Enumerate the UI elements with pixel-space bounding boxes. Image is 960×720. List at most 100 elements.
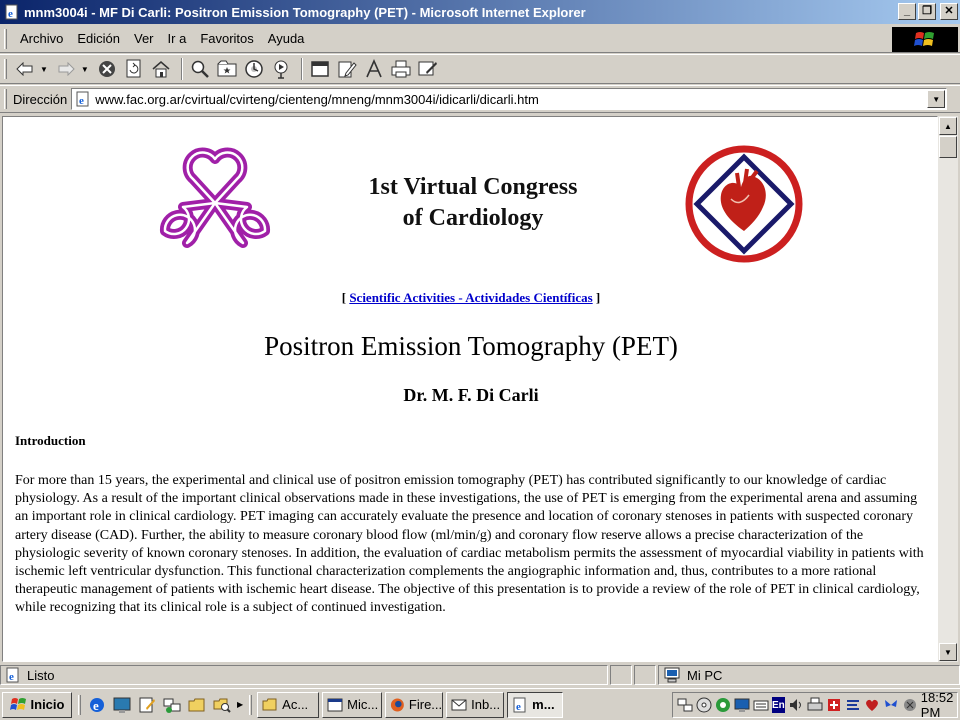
address-input[interactable] [95,91,916,107]
fullscreen-icon[interactable] [308,57,332,81]
antivirus-tray-icon[interactable] [826,697,842,713]
ie-page-icon: e [6,667,19,683]
menu-edicion[interactable]: Edición [70,31,127,46]
nav-bracket-open: [ [341,290,347,305]
font-icon[interactable] [362,57,386,81]
volume-tray-icon[interactable] [788,697,804,713]
menu-ver[interactable]: Ver [127,31,161,46]
quicklaunch-grip[interactable] [78,694,81,715]
scroll-down-button[interactable]: ▼ [939,643,957,661]
display-tray-icon[interactable] [734,697,750,713]
maximize-button[interactable]: ❐ [918,3,936,20]
search-icon[interactable] [188,57,212,81]
close-button[interactable]: ✕ [940,3,958,20]
media-icon[interactable] [269,57,293,81]
scientific-activities-link[interactable]: Scientific Activities - Actividades Cien… [349,290,592,305]
status-cell [610,665,632,685]
congress-title-line: of Cardiology [402,205,544,231]
chevron-up-icon: ▲ [944,121,952,131]
toolbar-grip[interactable] [4,59,7,79]
network-tray-icon[interactable] [677,697,693,713]
menu-grip[interactable] [4,28,7,49]
task-microsoft[interactable]: Mic... [322,691,383,718]
menu-favoritos[interactable]: Favoritos [193,31,260,46]
svg-text:e: e [79,95,84,107]
nav-bracket-close: ] [595,290,601,305]
task-label: Inb... [471,697,501,712]
minimize-button[interactable]: _ [898,3,916,20]
vertical-scrollbar[interactable]: ▲ ▼ [938,116,958,662]
desktop-quicklaunch-icon[interactable] [111,694,133,716]
my-computer-icon [664,667,680,683]
menu-ayuda[interactable]: Ayuda [261,31,312,46]
back-dropdown-icon[interactable]: ▼ [40,65,48,74]
keyboard-tray-icon[interactable] [753,697,769,713]
task-inbox[interactable]: Inb... [446,691,505,718]
heart-tray-icon[interactable] [864,697,880,713]
svg-text:e: e [9,671,14,683]
status-cell [634,665,656,685]
nav-links: [ Scientific Activities - Actividades Ci… [3,290,937,306]
discuss-icon[interactable] [416,57,440,81]
address-grip[interactable] [4,89,7,109]
status-bar: e Listo Mi PC [0,664,960,686]
forward-icon[interactable] [54,57,78,81]
printer-tray-icon[interactable] [807,697,823,713]
app-tray-icon[interactable] [902,697,918,713]
task-firefox[interactable]: Fire... [385,691,444,718]
history-icon[interactable] [242,57,266,81]
back-icon[interactable] [13,57,37,81]
author-name: Dr. M. F. Di Carli [403,385,539,405]
section-heading: Introduction [15,433,86,448]
language-indicator[interactable]: En [772,697,785,713]
tasks-grip[interactable] [249,694,253,715]
folder-quicklaunch-icon[interactable] [186,694,208,716]
address-label: Dirección [13,91,68,107]
cd-tray-icon[interactable] [696,697,712,713]
taskbar-clock[interactable]: 18:52 PM [921,690,954,720]
scroll-thumb[interactable] [939,136,957,158]
trefoil-hearts-logo [159,147,271,248]
messenger-tray-icon[interactable] [845,697,861,713]
menu-ir-a[interactable]: Ir a [161,31,194,46]
home-icon[interactable] [149,57,173,81]
heart-emblem-logo [685,145,803,263]
security-tray-icon[interactable] [715,697,731,713]
intro-paragraph: For more than 15 years, the experimental… [15,473,924,616]
chevron-down-icon: ▼ [932,94,941,104]
toolbar-separator [300,58,303,80]
task-label: m... [532,697,555,712]
stop-icon[interactable] [95,57,119,81]
task-ie-active[interactable]: e m... [507,691,564,718]
page-header: 1st Virtual Congress of Cardiology [3,117,937,277]
menu-archivo[interactable]: Archivo [13,31,70,46]
svg-text:e: e [93,698,99,713]
task-acrobat[interactable]: Ac... [257,691,320,718]
task-label: Mic... [347,697,379,712]
address-dropdown-button[interactable]: ▼ [927,90,946,108]
congress-title-line: 1st Virtual Congress [368,174,578,200]
start-button[interactable]: Inicio [2,691,72,718]
ie-quicklaunch-icon[interactable]: e [86,694,108,716]
congress-title: 1st Virtual Congress of Cardiology [303,172,643,234]
notepad-quicklaunch-icon[interactable] [136,694,158,716]
chevron-right-icon[interactable]: ▶ [237,700,243,709]
favorites-icon[interactable] [215,57,239,81]
print-icon[interactable] [389,57,413,81]
refresh-icon[interactable] [122,57,146,81]
scroll-up-button[interactable]: ▲ [939,117,957,135]
standard-toolbar: ▼ ▼ [0,54,960,84]
svg-text:e: e [8,8,13,20]
status-zone: Mi PC [658,665,960,685]
forward-dropdown-icon[interactable]: ▼ [81,65,89,74]
status-main: e Listo [0,665,608,685]
network-quicklaunch-icon[interactable] [161,694,183,716]
edit-icon[interactable] [335,57,359,81]
butterfly-tray-icon[interactable] [883,697,899,713]
inbox-icon [451,699,467,710]
ie-page-icon: e [5,4,18,20]
address-field[interactable]: e ▼ [71,88,948,110]
search-quicklaunch-icon[interactable] [211,694,233,716]
task-label: Ac... [282,697,309,712]
address-bar: Dirección e ▼ [0,85,960,113]
